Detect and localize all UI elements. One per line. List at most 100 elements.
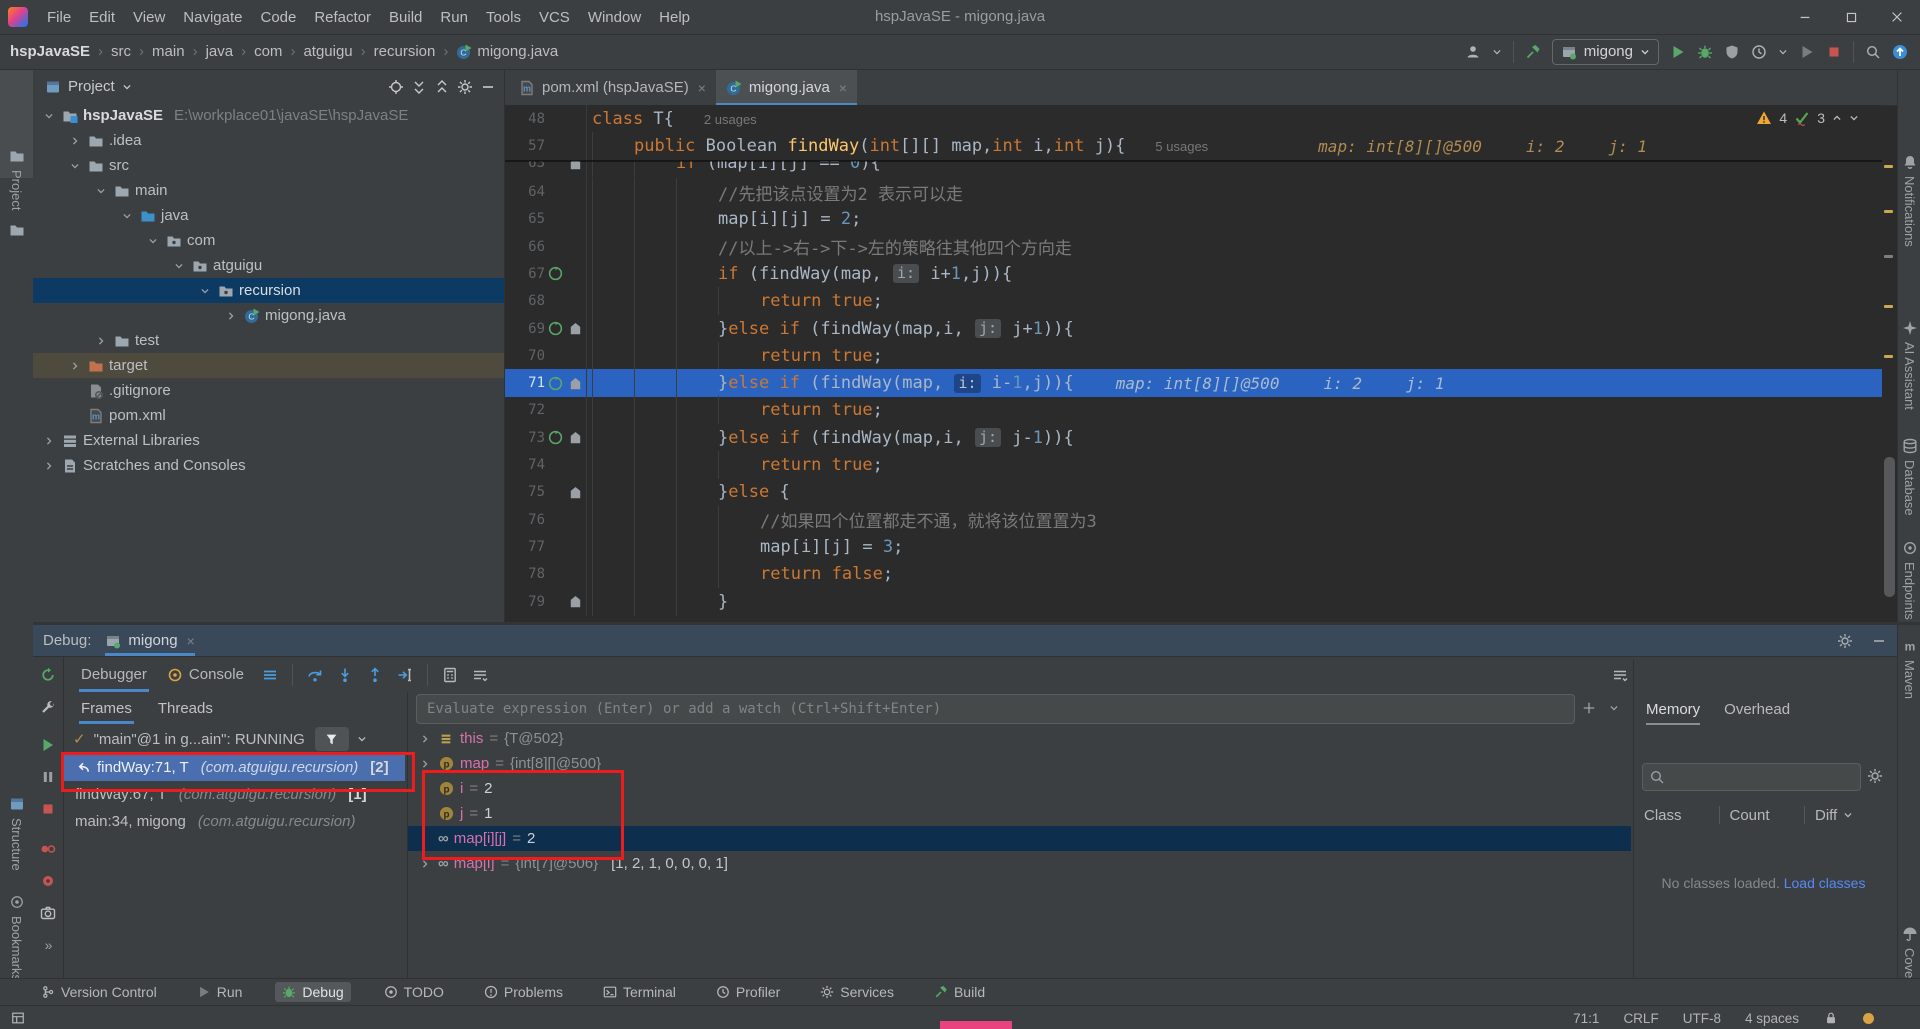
locate-file-icon[interactable] <box>388 79 404 95</box>
chevron-right-icon[interactable] <box>67 133 83 149</box>
stop-icon[interactable] <box>40 801 56 817</box>
menu-item-code[interactable]: Code <box>251 9 305 26</box>
sidebar-item-endpoints[interactable]: Endpoints <box>1898 540 1920 620</box>
sidebar-item-structure[interactable]: Structure <box>0 796 33 871</box>
chevron-down-icon[interactable] <box>119 208 135 224</box>
update-icon[interactable] <box>1892 44 1908 60</box>
code-line[interactable]: 78return false; <box>505 560 1882 588</box>
code-line[interactable]: 76//如果四个位置都走不通，就将该位置置为3 <box>505 506 1882 534</box>
breadcrumb-item[interactable]: com <box>252 43 284 60</box>
stack-frame-row[interactable]: findWay:71, T(com.atguigu.recursion)[2] <box>63 754 405 781</box>
run-gray-icon[interactable] <box>1799 44 1815 60</box>
inspections-widget[interactable]: 4 3 <box>1756 110 1859 126</box>
tree-item[interactable]: main <box>33 178 504 203</box>
debug-tab-debugger[interactable]: Debugger <box>79 657 149 692</box>
code-line[interactable]: 68return true; <box>505 287 1882 315</box>
sidebar-item-bookmarks[interactable]: Bookmarks <box>0 894 33 981</box>
add-watch-icon[interactable] <box>1581 700 1597 716</box>
stack-frame-row[interactable]: findWay:67, T(com.atguigu.recursion)[1] <box>63 781 405 808</box>
sidebar-item-database[interactable]: Database <box>1898 438 1920 516</box>
chevron-down-icon[interactable] <box>145 233 161 249</box>
step-into-icon[interactable] <box>337 667 353 683</box>
code-line[interactable]: 79} <box>505 588 1882 616</box>
app-window-icon[interactable] <box>1561 44 1577 60</box>
tree-item[interactable]: hspJavaSEE:\workplace01\javaSE\hspJavaSE <box>33 103 504 128</box>
resume-icon[interactable] <box>40 737 56 753</box>
pause-icon[interactable] <box>40 769 56 785</box>
sidebar-item-maven[interactable]: mMaven <box>1898 638 1920 699</box>
code-line[interactable]: 71}else if (findWay(map, i: i-1,j)){map:… <box>505 369 1882 397</box>
chevron-down-icon[interactable] <box>1609 703 1619 713</box>
scrollbar-thumb[interactable] <box>1884 457 1895 597</box>
chevron-right-icon[interactable] <box>41 458 57 474</box>
chevron-right-icon[interactable] <box>418 734 432 744</box>
step-over-icon[interactable] <box>307 667 323 683</box>
view-bp-icon[interactable] <box>40 873 56 889</box>
tree-item[interactable]: .idea <box>33 128 504 153</box>
code-line[interactable]: 77map[i][j] = 3; <box>505 533 1882 561</box>
code-line[interactable]: 65map[i][j] = 2; <box>505 205 1882 233</box>
chevron-right-icon[interactable] <box>223 308 239 324</box>
notification-dot-icon[interactable] <box>1863 1013 1874 1024</box>
code-line[interactable]: 64//先把该点设置为2 表示可以走 <box>505 178 1882 206</box>
menu-item-build[interactable]: Build <box>380 9 431 26</box>
memory-tab-memory[interactable]: Memory <box>1646 693 1700 725</box>
run-to-cursor-icon[interactable] <box>397 667 413 683</box>
chevron-down-icon[interactable] <box>1778 47 1788 57</box>
person-icon[interactable] <box>1465 44 1481 60</box>
settings-gear-icon[interactable] <box>457 79 473 95</box>
collapse-all-icon[interactable] <box>434 79 450 95</box>
minimize-icon[interactable] <box>1782 0 1828 34</box>
commit-icon[interactable] <box>0 222 33 238</box>
menu-item-file[interactable]: File <box>38 9 80 26</box>
code-line[interactable]: 74return true; <box>505 451 1882 479</box>
code-line[interactable]: 70return true; <box>505 342 1882 370</box>
clock-icon[interactable] <box>1751 44 1767 60</box>
breadcrumb-item[interactable]: hspJavaSE <box>8 43 92 60</box>
line-separator[interactable]: CRLF <box>1623 1011 1658 1026</box>
thread-selector[interactable]: ✓ "main"@1 in g...ain": RUNNING <box>63 724 405 754</box>
chevron-down-icon[interactable] <box>357 734 367 744</box>
memory-column-diff[interactable]: Diff <box>1805 807 1885 824</box>
variable-row[interactable]: pj = 1 <box>408 801 1631 826</box>
breadcrumb-item[interactable]: atguigu <box>301 43 354 60</box>
code-line[interactable]: 67if (findWay(map, i: i+1,j)){ <box>505 260 1882 288</box>
frames-tab-threads[interactable]: Threads <box>156 692 215 724</box>
breadcrumb-item[interactable]: java <box>204 43 236 60</box>
toolwindow-button-terminal[interactable]: Terminal <box>596 982 683 1002</box>
calc-icon[interactable] <box>442 667 458 683</box>
toolwindow-button-debug[interactable]: Debug <box>275 982 350 1002</box>
toolwindow-button-version-control[interactable]: Version Control <box>34 982 164 1002</box>
chevron-right-icon[interactable] <box>418 759 432 769</box>
memory-column-class[interactable]: Class <box>1634 806 1720 824</box>
breadcrumb-item[interactable]: recursion <box>372 43 438 60</box>
run-config-selector[interactable]: migong <box>1552 39 1659 65</box>
tree-item[interactable]: atguigu <box>33 253 504 278</box>
wrench-icon[interactable] <box>40 699 56 715</box>
tree-item[interactable]: mpom.xml <box>33 403 504 428</box>
tree-item[interactable]: Scratches and Consoles <box>33 453 504 478</box>
code-line[interactable]: 72return true; <box>505 396 1882 424</box>
close-icon[interactable]: × <box>187 633 195 649</box>
variable-row[interactable]: pi = 2 <box>408 776 1631 801</box>
rerun-icon[interactable] <box>40 667 56 683</box>
stack-frame-row[interactable]: main:34, migong(com.atguigu.recursion) <box>63 808 405 835</box>
chevron-down-icon[interactable] <box>1640 47 1650 57</box>
toolwindow-button-profiler[interactable]: Profiler <box>709 982 787 1002</box>
code-line[interactable]: 75}else { <box>505 478 1882 506</box>
hamburger-icon[interactable] <box>262 667 278 683</box>
settings-gear-icon[interactable] <box>1867 768 1883 784</box>
menu-item-run[interactable]: Run <box>431 9 477 26</box>
variable-row[interactable]: pmap = {int[8][]@500} <box>408 751 1631 776</box>
sidebar-item-ai-assistant[interactable]: AI Assistant <box>1898 320 1920 410</box>
memory-column-count[interactable]: Count <box>1720 806 1806 824</box>
close-icon[interactable] <box>1874 0 1920 34</box>
chevron-down-icon[interactable] <box>1492 47 1502 57</box>
stop-icon[interactable] <box>1826 44 1842 60</box>
chevron-down-icon[interactable] <box>67 158 83 174</box>
coverage-icon[interactable] <box>1724 44 1740 60</box>
tree-item[interactable]: com <box>33 228 504 253</box>
chevron-right-icon[interactable] <box>93 333 109 349</box>
tree-item[interactable]: Cmigong.java <box>33 303 504 328</box>
frames-tab-frames[interactable]: Frames <box>79 692 134 724</box>
